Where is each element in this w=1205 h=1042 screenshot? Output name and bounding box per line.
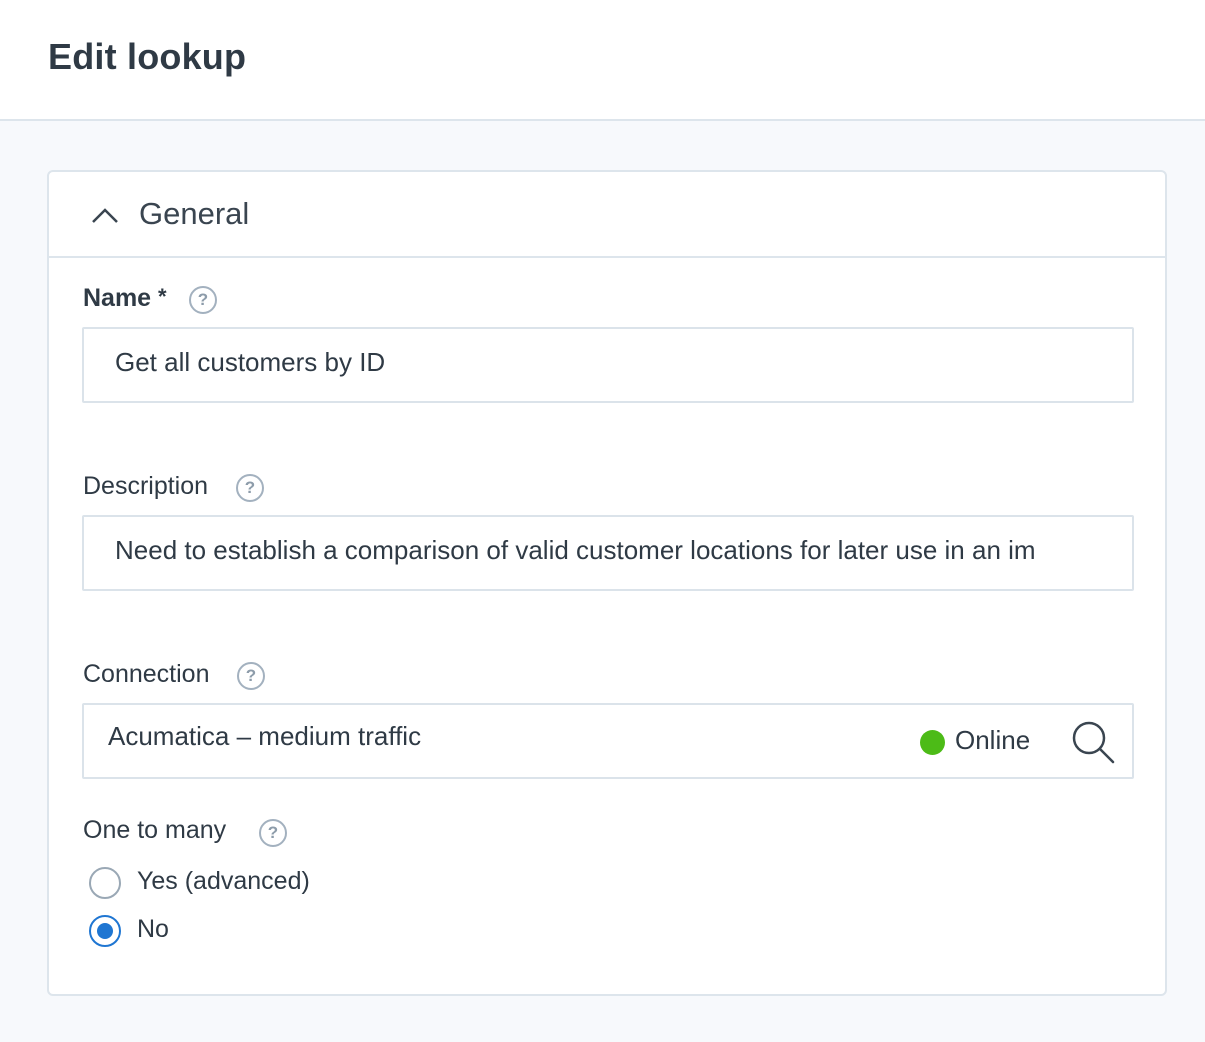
search-icon[interactable] — [1070, 719, 1116, 765]
name-label-text: Name — [83, 284, 152, 312]
radio-button-checked[interactable] — [89, 915, 121, 947]
description-input-value: Need to establish a comparison of valid … — [115, 535, 1036, 565]
connection-help-icon[interactable]: ? — [237, 662, 265, 690]
one-to-many-label: One to many — [83, 816, 227, 844]
name-label: Name * — [83, 284, 167, 313]
radio-label-yes: Yes (advanced) — [137, 867, 310, 895]
page-header: Edit lookup — [0, 0, 1205, 121]
connection-label: Connection — [83, 660, 210, 688]
radio-label-no: No — [137, 915, 169, 943]
section-header-general[interactable]: General — [49, 172, 1165, 258]
connection-picker[interactable]: Acumatica – medium traffic Online — [82, 703, 1134, 779]
name-help-icon[interactable]: ? — [189, 286, 217, 314]
name-input[interactable]: Get all customers by ID — [82, 327, 1134, 403]
name-input-value: Get all customers by ID — [115, 347, 386, 377]
description-label: Description — [83, 472, 209, 500]
page-title: Edit lookup — [48, 36, 247, 77]
chevron-up-icon — [92, 208, 118, 223]
required-mark: * — [158, 284, 167, 309]
description-input[interactable]: Need to establish a comparison of valid … — [82, 515, 1134, 591]
one-to-many-help-icon[interactable]: ? — [259, 819, 287, 847]
description-help-icon[interactable]: ? — [236, 474, 264, 502]
connection-status: Online — [955, 725, 1031, 755]
section-title: General — [139, 196, 250, 231]
connection-value: Acumatica – medium traffic — [108, 721, 422, 751]
general-panel: General Name * ? Get all customers by ID… — [47, 170, 1167, 996]
radio-button-unchecked[interactable] — [89, 867, 121, 899]
status-dot-icon — [920, 730, 945, 755]
